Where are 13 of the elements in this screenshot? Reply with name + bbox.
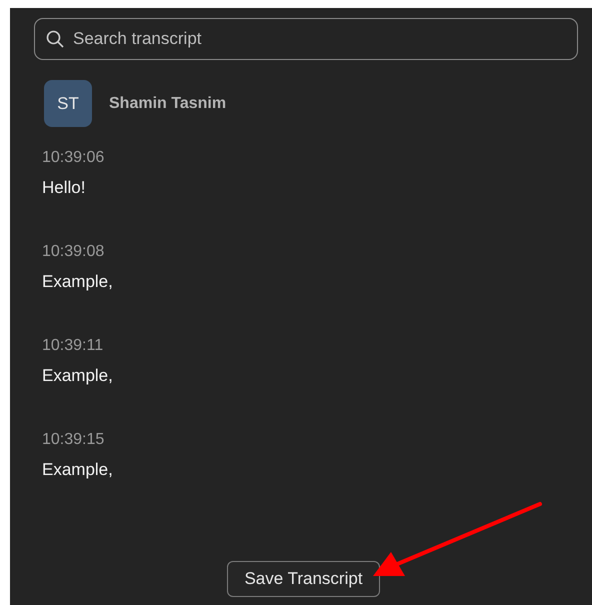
save-transcript-button[interactable]: Save Transcript <box>227 561 380 597</box>
message-text: Example, <box>42 459 114 481</box>
message-text: Example, <box>42 365 114 387</box>
message-text: Example, <box>42 271 114 293</box>
search-icon <box>46 30 64 48</box>
search-field[interactable]: Search transcript <box>34 18 578 60</box>
speaker-name: Shamin Tasnim <box>109 94 226 112</box>
timestamp: 10:39:08 <box>42 242 106 262</box>
timestamp: 10:39:11 <box>42 336 104 356</box>
timestamp: 10:39:15 <box>42 430 106 450</box>
speaker-avatar: ST <box>44 80 92 127</box>
message-text: Hello! <box>42 177 86 199</box>
timestamp: 10:39:06 <box>42 148 106 168</box>
